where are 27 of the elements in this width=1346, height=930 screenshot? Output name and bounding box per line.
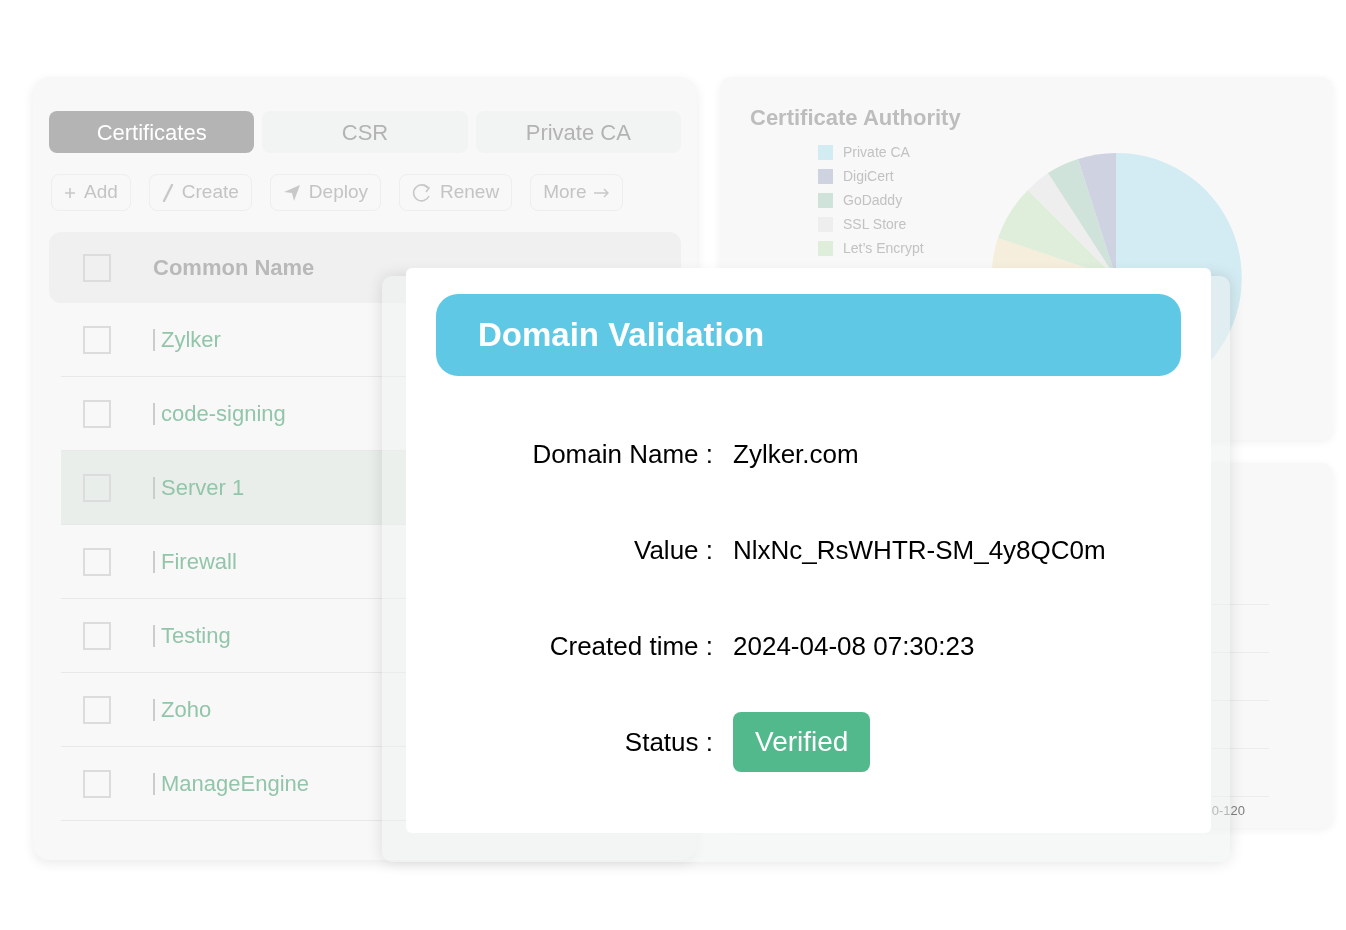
checkbox[interactable] (83, 399, 111, 428)
table-cell-text: Server 1 (161, 474, 245, 502)
table-cell-text: Zylker (161, 326, 221, 354)
field-value: Zylker.com (733, 437, 859, 471)
table-cell-text: ManageEngine (161, 770, 309, 798)
table-cell-text: Testing (161, 622, 231, 650)
send-icon (282, 183, 301, 202)
status-badge: Verified (733, 712, 871, 772)
checkbox[interactable] (83, 695, 111, 724)
tab[interactable]: Certificates (49, 111, 255, 153)
checkbox[interactable] (83, 547, 111, 576)
pencil-icon (161, 183, 174, 202)
checkbox[interactable] (83, 769, 111, 798)
axis-label: 0-120 (1211, 802, 1245, 820)
tab[interactable]: Private CA (475, 111, 681, 153)
panel-title: Certificate Authority (750, 104, 961, 132)
refresh-icon (412, 182, 432, 203)
arrow-right-icon (594, 187, 611, 198)
field-value: 2024-04-08 07:30:23 (733, 629, 975, 663)
table-cell-text: Zoho (161, 696, 212, 724)
checkbox[interactable] (83, 621, 111, 650)
tab[interactable]: CSR (262, 111, 468, 153)
checkbox[interactable] (83, 325, 111, 354)
table-cell-text: Firewall (161, 548, 237, 576)
plus-icon (64, 186, 76, 199)
field-value: NlxNc_RsWHTR-SM_4y8QC0m (733, 533, 1106, 567)
table-cell-text: code-signing (161, 400, 286, 428)
